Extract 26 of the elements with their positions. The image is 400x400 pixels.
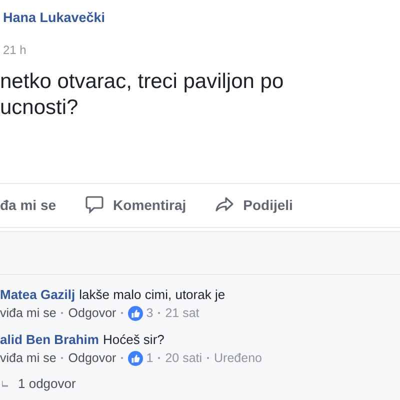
separator-dot xyxy=(158,357,160,359)
share-icon xyxy=(215,196,234,213)
post-text: netko otvarac, treci paviljon po ucnosti? xyxy=(0,69,284,121)
like-reaction-icon xyxy=(128,350,144,366)
separator-dot xyxy=(121,312,124,314)
separator-dot xyxy=(61,312,64,314)
commenter-name[interactable]: alid Ben Brahim xyxy=(0,331,99,348)
comment-button[interactable]: Komentiraj xyxy=(85,190,186,220)
replies-link[interactable]: 1 odgovor xyxy=(18,376,76,391)
separator-dot xyxy=(121,357,124,359)
comment-text: Hoćeš sir? xyxy=(102,331,164,348)
share-button[interactable]: Podijeli xyxy=(215,190,293,220)
comment-text: lakše malo cimi, utorak je xyxy=(79,286,226,303)
like-reaction-icon xyxy=(128,306,144,320)
post-time[interactable]: 21 h xyxy=(3,43,26,57)
separator-dot xyxy=(207,357,210,359)
reply-link[interactable]: Odgovor xyxy=(68,305,116,321)
like-link[interactable]: viđa mi se xyxy=(0,350,56,366)
like-button[interactable]: đa mi se xyxy=(0,190,56,220)
separator-dot xyxy=(158,312,160,314)
commenter-name[interactable]: Matea Gazilj xyxy=(0,286,76,303)
comment-icon xyxy=(85,195,104,214)
like-link[interactable]: viđa mi se xyxy=(0,305,56,321)
separator-dot xyxy=(61,357,64,359)
author-name[interactable]: Hana Lukavečki xyxy=(3,10,106,25)
reply-link[interactable]: Odgovor xyxy=(68,350,116,366)
